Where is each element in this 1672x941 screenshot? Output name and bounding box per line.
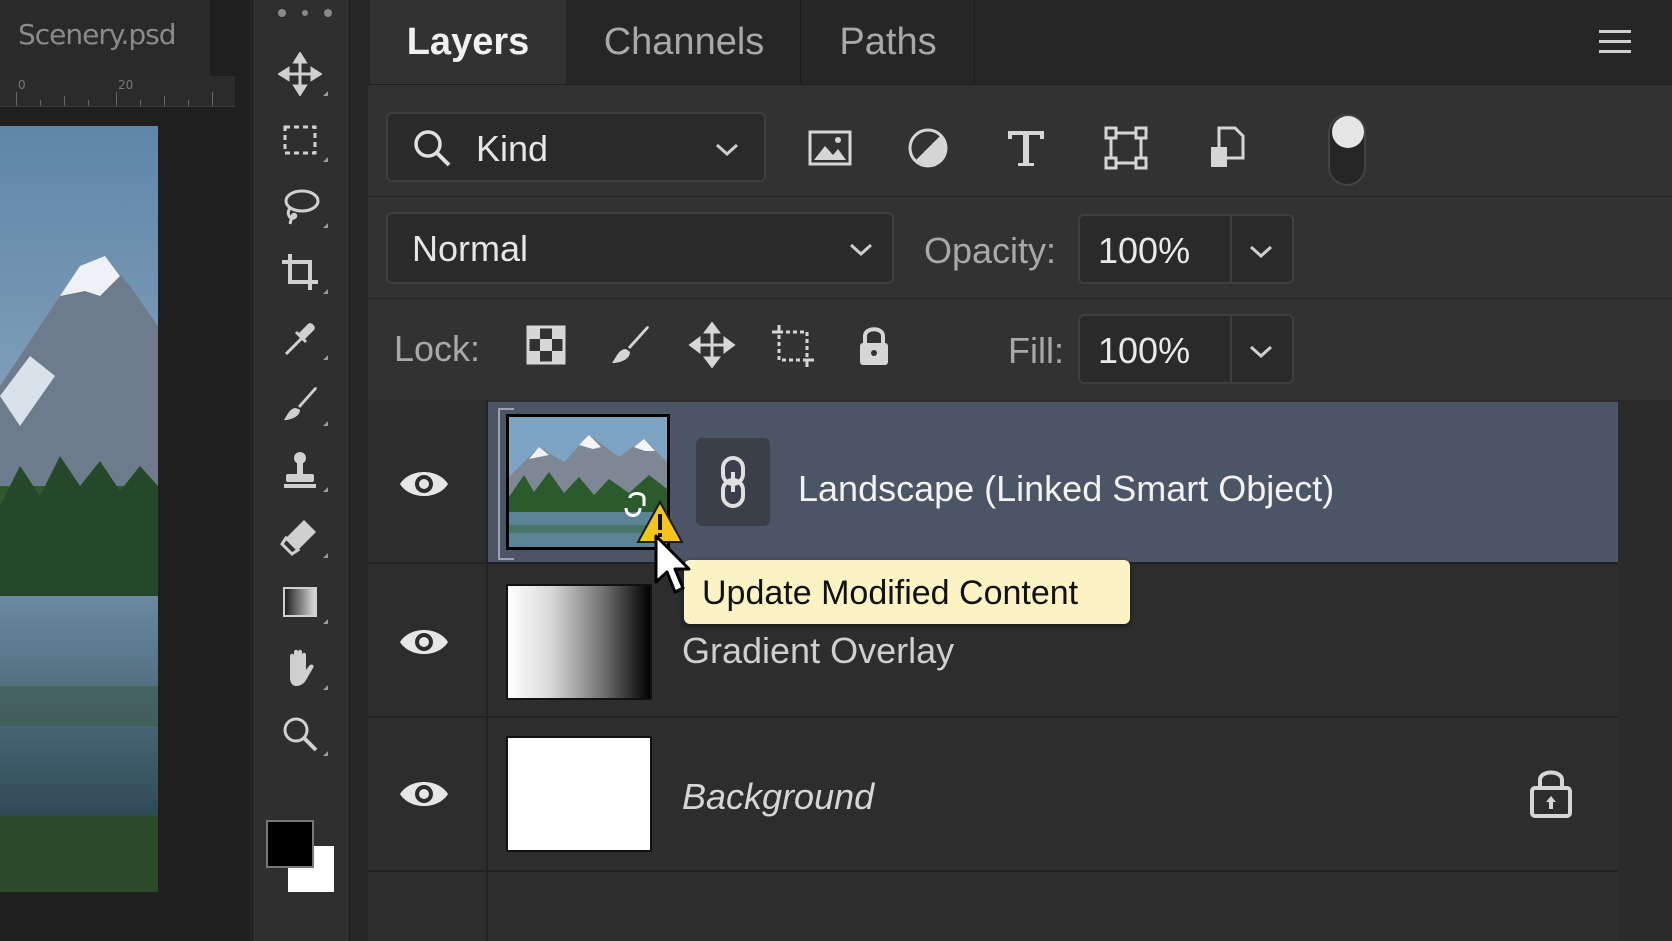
gradient-tool[interactable] (268, 574, 332, 630)
toolbar-grip-icon[interactable] (270, 6, 340, 20)
search-icon (414, 130, 451, 167)
layer-name[interactable]: Gradient Overlay (682, 630, 954, 672)
hand-tool[interactable] (268, 640, 332, 696)
lasso-tool[interactable] (268, 178, 332, 234)
stamp-icon (284, 452, 316, 488)
layer-lock-icon[interactable] (1528, 766, 1574, 820)
adjustment-layer-filter-button[interactable] (902, 122, 954, 174)
visibility-eye-icon[interactable] (398, 624, 450, 660)
lock-position-button[interactable] (686, 318, 738, 372)
eyedropper-icon (284, 323, 315, 356)
eraser-tool[interactable] (268, 508, 332, 564)
ruler-label: 0 (18, 78, 26, 92)
layer-name[interactable]: Background (682, 776, 874, 818)
chevron-down-icon (715, 143, 739, 157)
chevron-down-icon (849, 243, 873, 257)
divider (1230, 316, 1232, 382)
document-title[interactable]: Scenery.psd (18, 18, 176, 51)
layer-thumbnail-gradient[interactable] (506, 584, 652, 700)
opacity-label: Opacity: (924, 230, 1057, 271)
marquee-tool[interactable] (268, 112, 332, 168)
type-icon (1008, 131, 1044, 166)
adjustment-circle-icon (908, 128, 948, 168)
clone-stamp-tool[interactable] (268, 442, 332, 498)
visibility-eye-icon[interactable] (398, 466, 450, 502)
layer-thumbnail-background[interactable] (506, 736, 652, 852)
zoom-tool[interactable] (268, 706, 332, 762)
shape-transform-icon (1104, 126, 1148, 170)
divider (1230, 216, 1232, 282)
eyedropper-tool[interactable] (268, 310, 332, 366)
tab-layers[interactable]: Layers (370, 0, 566, 84)
move-icon (688, 321, 736, 369)
smart-object-filter-button[interactable] (1202, 122, 1254, 174)
opacity-dropdown-chevron-icon[interactable] (1248, 244, 1274, 260)
mountain-landscape-image (0, 126, 158, 892)
filter-kind-label: Kind (476, 128, 549, 169)
foreground-color-swatch[interactable] (266, 820, 314, 868)
panel-menu-icon[interactable] (1598, 28, 1632, 56)
brush-icon (284, 387, 317, 420)
visibility-eye-icon[interactable] (398, 776, 450, 812)
lock-all-button[interactable] (848, 318, 900, 372)
rectangular-marquee-icon (283, 125, 317, 155)
artboard-icon (772, 325, 814, 367)
tooltip-text: Update Modified Content (702, 574, 1079, 612)
crop-icon (282, 254, 318, 290)
lock-icon (860, 327, 888, 365)
move-tool[interactable] (268, 46, 332, 102)
lock-image-pixels-button[interactable] (604, 318, 656, 372)
tab-channels[interactable]: Channels (568, 0, 801, 84)
lasso-icon (284, 189, 320, 225)
move-icon (278, 52, 322, 96)
hand-icon (290, 649, 314, 686)
opacity-value[interactable]: 100% (1098, 230, 1190, 272)
zoom-icon (283, 717, 318, 752)
image-icon (808, 130, 852, 166)
fill-value[interactable]: 100% (1098, 330, 1190, 372)
mouse-cursor-icon (654, 534, 691, 594)
layer-link-button[interactable] (696, 438, 770, 526)
checkerboard-icon (526, 325, 566, 365)
blend-mode-value: Normal (412, 228, 529, 269)
crop-tool[interactable] (268, 244, 332, 300)
fill-label: Fill: (1008, 330, 1064, 371)
pixel-layer-filter-button[interactable] (804, 122, 856, 174)
fill-dropdown-chevron-icon[interactable] (1248, 344, 1274, 360)
layer-name[interactable]: Landscape (Linked Smart Object) (798, 468, 1334, 510)
chain-link-icon (721, 456, 745, 508)
gradient-icon (283, 587, 317, 617)
type-layer-filter-button[interactable] (1000, 122, 1052, 174)
ruler-label: 20 (118, 78, 134, 92)
brush-tool[interactable] (268, 376, 332, 432)
lock-transparent-pixels-button[interactable] (520, 318, 572, 372)
smart-object-icon (1211, 126, 1245, 167)
eraser-icon (280, 520, 316, 556)
lock-label: Lock: (394, 328, 481, 369)
canvas-image[interactable] (0, 126, 158, 892)
tab-paths[interactable]: Paths (802, 0, 975, 84)
toggle-knob (1332, 116, 1364, 148)
shape-layer-filter-button[interactable] (1100, 122, 1152, 174)
brush-icon (612, 326, 649, 363)
lock-artboard-button[interactable] (766, 318, 818, 372)
visibility-column-divider (486, 400, 488, 941)
layers-scrollbar-track[interactable] (1618, 400, 1672, 941)
